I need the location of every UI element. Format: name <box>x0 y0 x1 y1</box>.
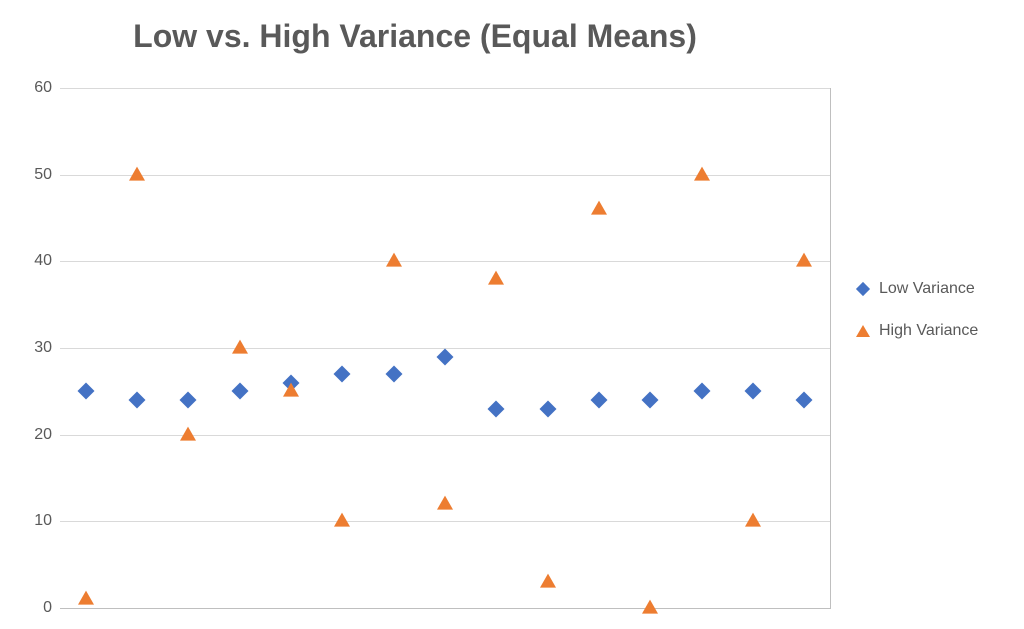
data-point-low-variance <box>591 392 608 409</box>
data-point-high-variance <box>488 270 504 284</box>
y-tick-label: 20 <box>22 426 52 444</box>
y-tick-label: 0 <box>22 599 52 617</box>
data-point-high-variance <box>694 166 710 180</box>
data-point-high-variance <box>642 600 658 614</box>
y-tick-label: 50 <box>22 166 52 184</box>
triangle-icon <box>855 323 871 339</box>
data-point-low-variance <box>693 383 710 400</box>
data-point-low-variance <box>488 400 505 417</box>
scatter-chart: Low vs. High Variance (Equal Means) 0102… <box>0 0 1024 629</box>
data-point-low-variance <box>385 366 402 383</box>
gridline <box>60 261 830 262</box>
y-tick-label: 60 <box>22 79 52 97</box>
data-point-low-variance <box>77 383 94 400</box>
gridline <box>60 608 830 609</box>
chart-title: Low vs. High Variance (Equal Means) <box>0 18 830 55</box>
data-point-high-variance <box>540 574 556 588</box>
legend-label: Low Variance <box>879 280 975 298</box>
data-point-high-variance <box>180 426 196 440</box>
legend-label: High Variance <box>879 322 978 340</box>
y-tick-label: 40 <box>22 252 52 270</box>
legend-item-high-variance: High Variance <box>855 322 978 340</box>
data-point-low-variance <box>745 383 762 400</box>
gridline <box>60 88 830 89</box>
data-point-high-variance <box>129 166 145 180</box>
data-point-high-variance <box>591 201 607 215</box>
gridline <box>60 521 830 522</box>
data-point-low-variance <box>129 392 146 409</box>
y-tick-label: 30 <box>22 339 52 357</box>
plot-area: 0102030405060 <box>60 88 831 609</box>
y-tick-label: 10 <box>22 512 52 530</box>
gridline <box>60 435 830 436</box>
data-point-low-variance <box>334 366 351 383</box>
gridline <box>60 175 830 176</box>
data-point-high-variance <box>745 513 761 527</box>
data-point-high-variance <box>796 253 812 267</box>
data-point-high-variance <box>386 253 402 267</box>
data-point-high-variance <box>437 496 453 510</box>
data-point-high-variance <box>232 340 248 354</box>
data-point-low-variance <box>642 392 659 409</box>
data-point-low-variance <box>539 400 556 417</box>
chart-legend: Low Variance High Variance <box>855 280 978 364</box>
data-point-low-variance <box>231 383 248 400</box>
data-point-high-variance <box>78 591 94 605</box>
data-point-high-variance <box>334 513 350 527</box>
data-point-low-variance <box>796 392 813 409</box>
data-point-high-variance <box>283 383 299 397</box>
data-point-low-variance <box>437 348 454 365</box>
diamond-icon <box>855 281 871 297</box>
legend-item-low-variance: Low Variance <box>855 280 978 298</box>
data-point-low-variance <box>180 392 197 409</box>
